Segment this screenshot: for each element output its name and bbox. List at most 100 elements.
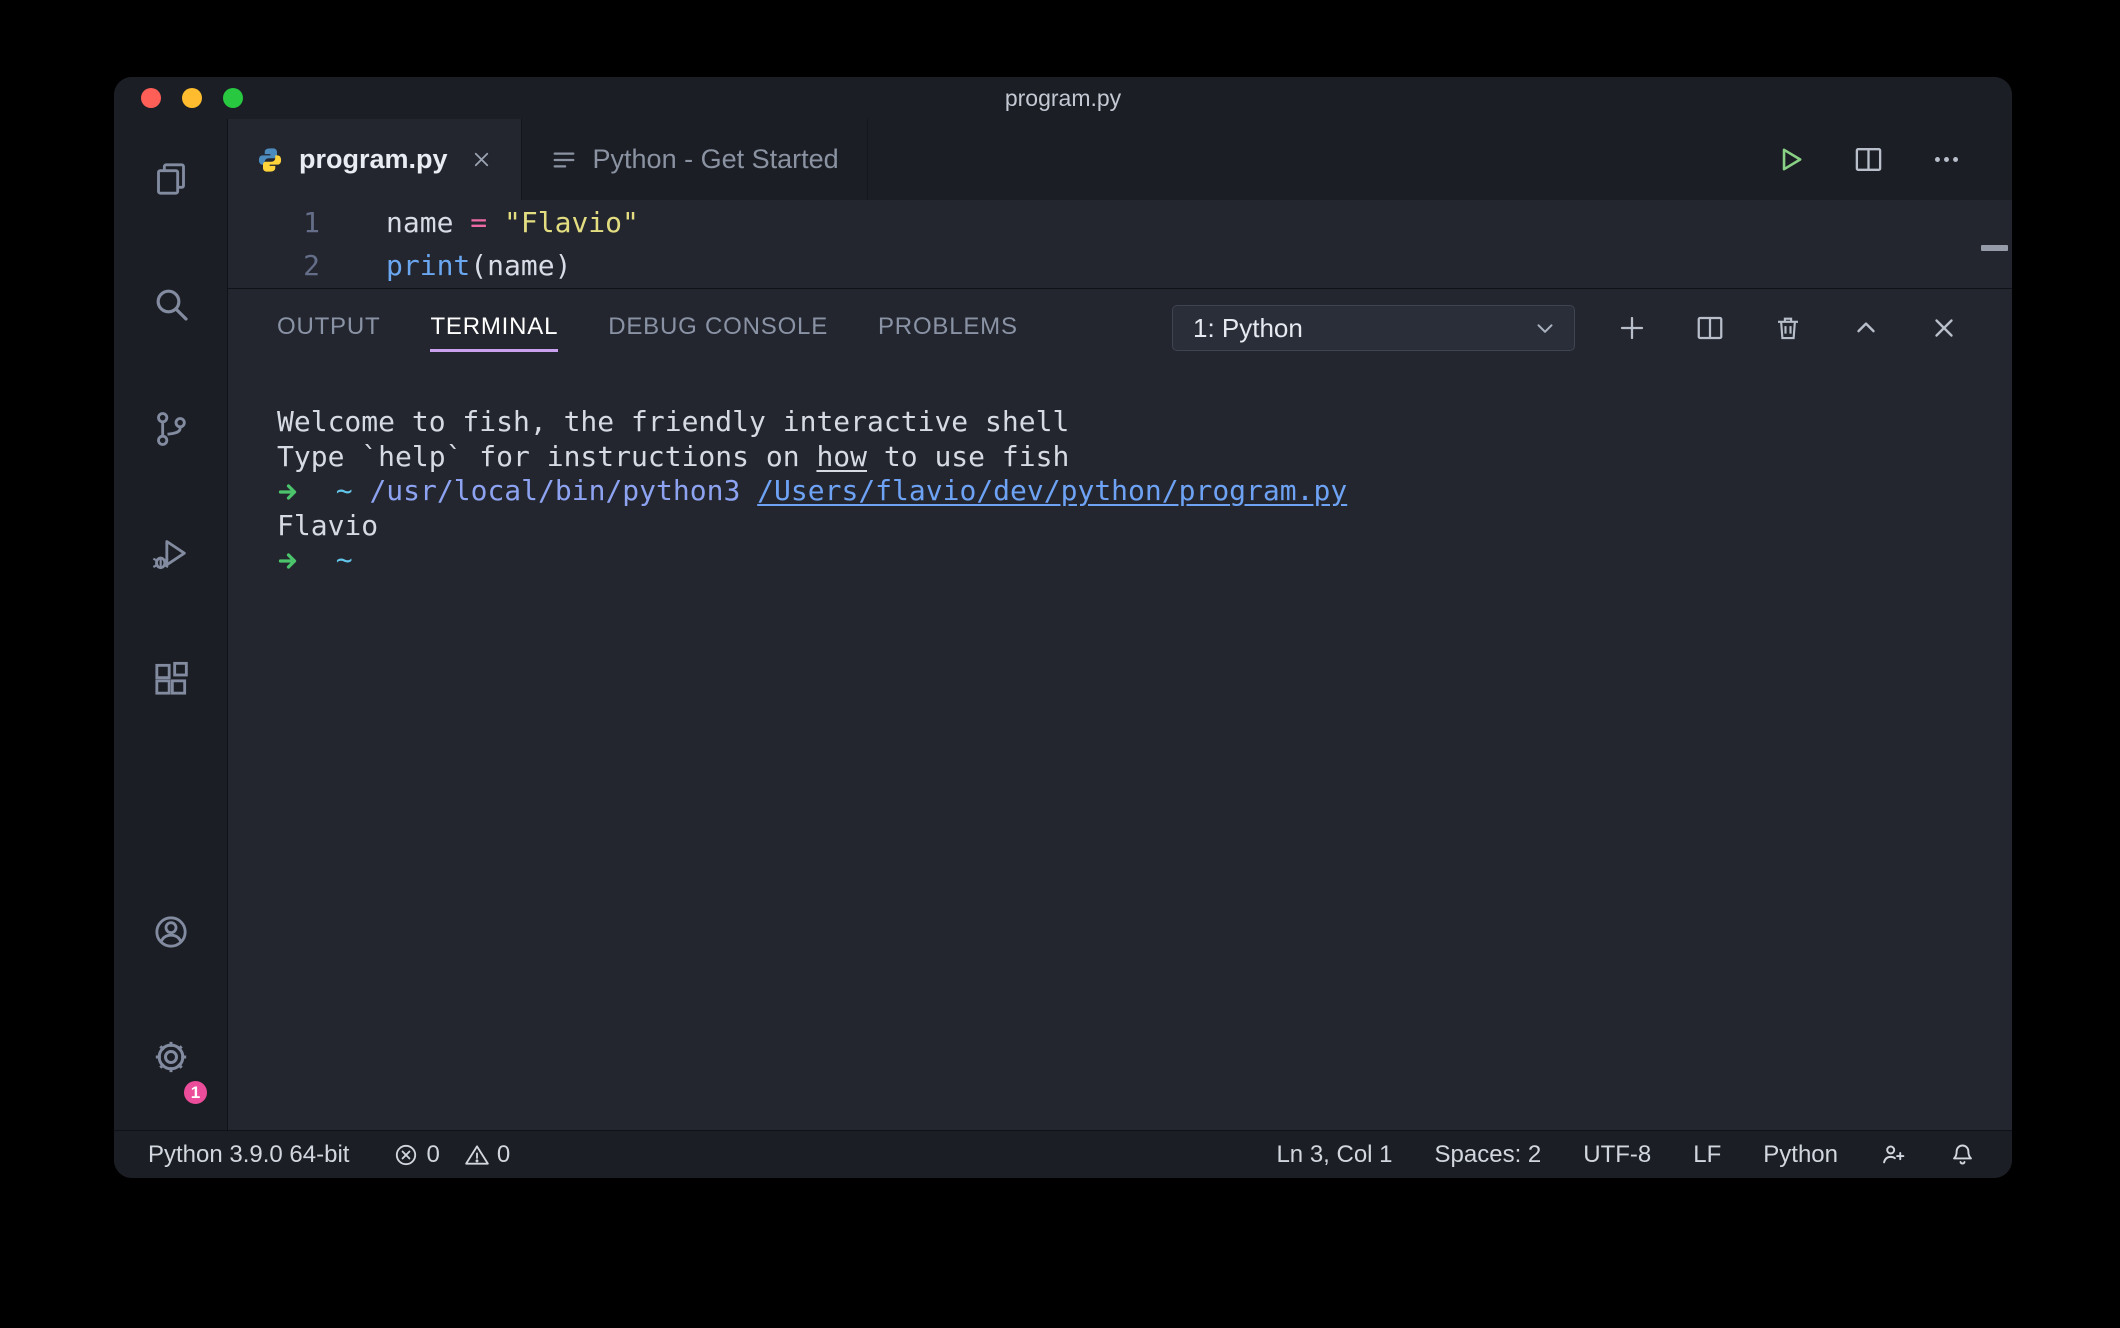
terminal-text xyxy=(740,474,757,507)
eol-sequence[interactable]: LF xyxy=(1693,1141,1721,1169)
terminal-text: ~ xyxy=(336,543,353,576)
gear-icon xyxy=(151,1037,191,1082)
chevron-down-icon xyxy=(1532,315,1558,341)
explorer-icon xyxy=(151,159,191,204)
cursor-position[interactable]: Ln 3, Col 1 xyxy=(1276,1141,1392,1169)
run-debug-icon xyxy=(151,534,191,579)
code-editor[interactable]: 1 name = "Flavio" 2 print(name) xyxy=(228,200,2012,288)
source-control-icon xyxy=(151,409,191,454)
python-interpreter-status[interactable]: Python 3.9.0 64-bit xyxy=(148,1141,349,1169)
window-title: program.py xyxy=(114,85,2012,112)
activity-run-debug[interactable] xyxy=(114,494,227,619)
editor-actions xyxy=(1775,119,2012,200)
search-icon xyxy=(151,284,191,329)
kill-terminal-button[interactable] xyxy=(1773,313,1803,343)
title-bar[interactable]: program.py xyxy=(114,77,2012,119)
language-mode[interactable]: Python xyxy=(1763,1141,1838,1169)
terminal-text xyxy=(353,474,370,507)
tab-program-py[interactable]: program.py xyxy=(228,119,522,200)
prompt-arrow-icon xyxy=(277,474,302,507)
code-lines: 1 name = "Flavio" 2 print(name) xyxy=(228,201,2012,287)
code-text: print(name) xyxy=(386,244,571,287)
line-number: 2 xyxy=(228,244,320,287)
terminal-line: ~ /usr/local/bin/python3 /Users/flavio/d… xyxy=(277,474,1972,509)
maximize-panel-button[interactable] xyxy=(1851,313,1881,343)
panel-tab-terminal[interactable]: TERMINAL xyxy=(430,305,558,352)
close-window-button[interactable] xyxy=(141,88,161,108)
activity-source-control[interactable] xyxy=(114,369,227,494)
terminal-text: Type `help` for instructions on xyxy=(277,440,816,473)
split-terminal-button[interactable] xyxy=(1695,313,1725,343)
editor-tab-bar: program.py Python - Get Started xyxy=(228,119,2012,200)
close-tab-icon[interactable] xyxy=(470,148,493,171)
terminal-line: Type `help` for instructions on how to u… xyxy=(277,440,1972,475)
terminal-output[interactable]: Welcome to fish, the friendly interactiv… xyxy=(228,367,2012,1130)
code-token: print xyxy=(386,249,470,282)
panel-actions xyxy=(1617,313,1959,343)
panel-header: OUTPUT TERMINAL DEBUG CONSOLE PROBLEMS 1… xyxy=(228,289,2012,367)
run-button[interactable] xyxy=(1775,144,1806,175)
terminal-text: /usr/local/bin/python3 xyxy=(369,474,740,507)
code-line: 2 print(name) xyxy=(228,244,2012,287)
terminal-line: Welcome to fish, the friendly interactiv… xyxy=(277,405,1972,440)
terminal-text: Welcome to fish, the friendly interactiv… xyxy=(277,405,1069,438)
activity-search[interactable] xyxy=(114,244,227,369)
minimize-window-button[interactable] xyxy=(182,88,202,108)
panel-tab-debug-console[interactable]: DEBUG CONSOLE xyxy=(608,305,828,352)
activity-explorer[interactable] xyxy=(114,119,227,244)
feedback-icon[interactable] xyxy=(1880,1141,1907,1168)
terminal-text: to use fish xyxy=(867,440,1069,473)
prompt-arrow-icon xyxy=(277,543,302,576)
terminal-text xyxy=(302,474,336,507)
code-token: (name) xyxy=(470,249,571,282)
vscode-window: program.py 1 xyxy=(114,77,2012,1178)
code-text: name = "Flavio" xyxy=(386,201,639,244)
tab-label: program.py xyxy=(299,144,448,175)
code-line: 1 name = "Flavio" xyxy=(228,201,2012,244)
terminal-file-link[interactable]: /Users/flavio/dev/python/program.py xyxy=(757,474,1347,507)
terminal-line: ~ xyxy=(277,543,1972,578)
split-editor-button[interactable] xyxy=(1853,144,1884,175)
errors-icon xyxy=(393,1142,419,1168)
activity-accounts[interactable] xyxy=(114,872,227,997)
python-icon xyxy=(256,146,284,174)
panel-tab-problems[interactable]: PROBLEMS xyxy=(878,305,1018,352)
problems-indicator[interactable]: 0 0 xyxy=(393,1141,510,1169)
notifications-bell-icon[interactable] xyxy=(1949,1141,1976,1168)
more-actions-button[interactable] xyxy=(1931,144,1962,175)
code-token xyxy=(453,206,470,239)
errors-count: 0 xyxy=(426,1141,439,1169)
terminal-text: ~ xyxy=(336,474,353,507)
terminal-text: Flavio xyxy=(277,509,378,542)
code-token: name xyxy=(386,206,453,239)
activity-bar: 1 xyxy=(114,119,228,1130)
terminal-select-value: 1: Python xyxy=(1193,313,1303,344)
warnings-icon xyxy=(464,1142,490,1168)
panel-tab-output[interactable]: OUTPUT xyxy=(277,305,380,352)
activity-extensions[interactable] xyxy=(114,619,227,744)
zoom-window-button[interactable] xyxy=(223,88,243,108)
code-token: = xyxy=(470,206,487,239)
indentation[interactable]: Spaces: 2 xyxy=(1435,1141,1542,1169)
window-controls xyxy=(114,88,243,108)
scrollbar-decoration xyxy=(1981,245,2008,251)
activity-settings[interactable]: 1 xyxy=(114,997,227,1122)
code-token xyxy=(487,206,504,239)
tab-label: Python - Get Started xyxy=(593,144,839,175)
settings-badge: 1 xyxy=(182,1079,209,1106)
encoding[interactable]: UTF-8 xyxy=(1583,1141,1651,1169)
line-number: 1 xyxy=(228,201,320,244)
status-bar: Python 3.9.0 64-bit 0 0 Ln 3, Col 1 Spac… xyxy=(114,1130,2012,1178)
account-icon xyxy=(151,912,191,957)
new-terminal-button[interactable] xyxy=(1617,313,1647,343)
bottom-panel: OUTPUT TERMINAL DEBUG CONSOLE PROBLEMS 1… xyxy=(228,288,2012,1130)
extensions-icon xyxy=(151,659,191,704)
code-token: "Flavio" xyxy=(504,206,639,239)
warnings-count: 0 xyxy=(497,1141,510,1169)
tab-python-get-started[interactable]: Python - Get Started xyxy=(522,119,868,200)
terminal-text xyxy=(302,543,336,576)
get-started-icon xyxy=(550,146,578,174)
terminal-select[interactable]: 1: Python xyxy=(1172,305,1575,351)
close-panel-button[interactable] xyxy=(1929,313,1959,343)
terminal-text: how xyxy=(816,440,867,473)
